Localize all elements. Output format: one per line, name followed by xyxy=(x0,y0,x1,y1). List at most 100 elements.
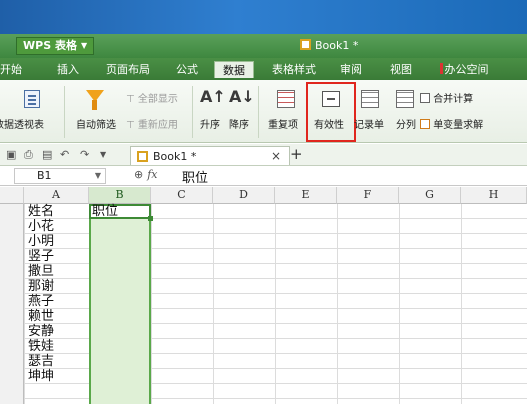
duplicates-button[interactable]: 重复项 xyxy=(268,116,298,131)
fx-icon[interactable]: fx xyxy=(147,168,157,181)
sort-descending-icon[interactable]: A↓ xyxy=(229,88,255,106)
row-header[interactable] xyxy=(0,219,24,234)
column-header-a[interactable]: A xyxy=(24,187,89,204)
consolidate-label: 合并计算 xyxy=(433,94,474,105)
desktop-background xyxy=(0,0,527,34)
zoom-search-icon[interactable]: ⊕ xyxy=(134,168,143,181)
text-to-columns-icon[interactable] xyxy=(396,90,414,108)
tab-formulas[interactable]: 公式 xyxy=(168,61,206,78)
wps-app-menu-button[interactable]: WPS 表格 ▼ xyxy=(16,37,95,55)
column-header-b[interactable]: B xyxy=(89,187,151,204)
tab-page-layout[interactable]: 页面布局 xyxy=(100,61,156,78)
redo-icon[interactable]: ↷ xyxy=(80,148,89,161)
chevron-down-icon[interactable]: ▼ xyxy=(95,169,101,183)
tab-office-space[interactable]: 办公空间 xyxy=(432,61,496,78)
column-header-e[interactable]: E xyxy=(275,187,337,204)
grid-column-line xyxy=(337,204,338,404)
ribbon-separator xyxy=(192,86,193,138)
tab-data[interactable]: 数据 xyxy=(214,61,254,78)
sort-ascending-icon[interactable]: A↑ xyxy=(200,88,226,106)
row-header[interactable] xyxy=(0,249,24,264)
select-all-corner[interactable] xyxy=(0,187,24,204)
cell-a5[interactable]: 撒旦 xyxy=(28,264,54,279)
office-mark-icon xyxy=(439,63,443,74)
record-form-icon[interactable] xyxy=(361,90,379,108)
cell-a1[interactable]: 姓名 xyxy=(28,204,54,219)
row-header[interactable] xyxy=(0,384,24,399)
row-header[interactable] xyxy=(0,399,24,404)
name-box[interactable]: B1 ▼ xyxy=(14,168,106,184)
pivot-table-button[interactable]: 数据透视表 xyxy=(0,116,44,131)
formula-input[interactable]: 职位 xyxy=(182,167,208,186)
data-validation-button[interactable]: 有效性 xyxy=(314,116,344,131)
duplicates-icon[interactable] xyxy=(277,90,295,108)
tab-insert[interactable]: 插入 xyxy=(48,61,88,78)
column-header-f[interactable]: F xyxy=(337,187,399,204)
save-icon[interactable]: ▣ xyxy=(6,148,16,161)
document-tab[interactable]: Book1 * × xyxy=(130,146,290,165)
text-to-columns-button[interactable]: 分列 xyxy=(396,116,416,131)
row-header[interactable] xyxy=(0,264,24,279)
row-header[interactable] xyxy=(0,339,24,354)
tab-label: 页面布局 xyxy=(106,63,150,76)
record-form-button[interactable]: 记录单 xyxy=(354,116,384,131)
print-preview-icon[interactable]: ▤ xyxy=(42,148,52,161)
name-box-value: B1 xyxy=(37,169,52,182)
selected-column-b[interactable] xyxy=(89,204,151,404)
quick-access-bar: ▣ ⎙ ▤ ↶ ↷ ▼ Book1 * × + xyxy=(0,144,527,166)
cell-a7[interactable]: 燕子 xyxy=(28,294,54,309)
grid-column-line xyxy=(213,204,214,404)
cell-a6[interactable]: 那谢 xyxy=(28,279,54,294)
autofilter-button[interactable]: 自动筛选 xyxy=(76,116,116,131)
cell-a2[interactable]: 小花 xyxy=(28,219,54,234)
tab-label: 审阅 xyxy=(340,63,362,76)
row-header[interactable] xyxy=(0,234,24,249)
pivot-table-icon[interactable] xyxy=(24,90,40,108)
consolidate-button[interactable]: 合并计算 xyxy=(420,90,473,105)
goal-seek-button[interactable]: 单变量求解 xyxy=(420,116,483,131)
tab-view[interactable]: 视图 xyxy=(382,61,420,78)
column-header-h[interactable]: H xyxy=(461,187,527,204)
cell-a8[interactable]: 赖世 xyxy=(28,309,54,324)
tab-label: 数据 xyxy=(223,64,245,77)
undo-icon[interactable]: ↶ xyxy=(60,148,69,161)
tab-review[interactable]: 审阅 xyxy=(332,61,370,78)
row-header[interactable] xyxy=(0,354,24,369)
customize-dropdown-icon[interactable]: ▼ xyxy=(100,150,106,159)
cell-a10[interactable]: 铁娃 xyxy=(28,339,54,354)
document-tab-label: Book1 * xyxy=(153,150,197,163)
row-header[interactable] xyxy=(0,204,24,219)
tab-label: 开始 xyxy=(0,63,22,76)
column-header-d[interactable]: D xyxy=(213,187,275,204)
cell-a3[interactable]: 小明 xyxy=(28,234,54,249)
cell-a12[interactable]: 坤坤 xyxy=(28,369,54,384)
ribbon-separator xyxy=(258,86,259,138)
data-validation-icon[interactable] xyxy=(322,91,340,107)
new-tab-icon[interactable]: + xyxy=(290,145,303,163)
column-header-c[interactable]: C xyxy=(151,187,213,204)
sheet-grid[interactable] xyxy=(0,204,527,404)
sort-descending-button[interactable]: 降序 xyxy=(229,116,249,131)
tab-label: 办公空间 xyxy=(444,63,489,76)
workbook-icon xyxy=(137,151,148,162)
window-title-text: Book1 * xyxy=(315,39,359,52)
row-header[interactable] xyxy=(0,309,24,324)
cell-a9[interactable]: 安静 xyxy=(28,324,54,339)
row-header[interactable] xyxy=(0,294,24,309)
cell-a4[interactable]: 竖子 xyxy=(28,249,54,264)
row-header[interactable] xyxy=(0,279,24,294)
filter-funnel-icon[interactable] xyxy=(86,90,104,110)
row-header[interactable] xyxy=(0,369,24,384)
reapply-button[interactable]: ⊤ 重新应用 xyxy=(126,116,178,131)
row-header[interactable] xyxy=(0,324,24,339)
cell-b1[interactable]: 职位 xyxy=(92,204,118,219)
show-all-button[interactable]: ⊤ 全部显示 xyxy=(126,90,178,105)
cell-a11[interactable]: 瑟吉 xyxy=(28,354,54,369)
close-icon[interactable]: × xyxy=(271,149,281,163)
print-icon[interactable]: ⎙ xyxy=(24,148,33,162)
sort-ascending-button[interactable]: 升序 xyxy=(200,116,220,131)
tab-table-style[interactable]: 表格样式 xyxy=(266,61,322,78)
tab-home[interactable]: 开始 xyxy=(0,61,30,78)
column-header-g[interactable]: G xyxy=(399,187,461,204)
app-label: WPS 表格 xyxy=(23,39,77,52)
